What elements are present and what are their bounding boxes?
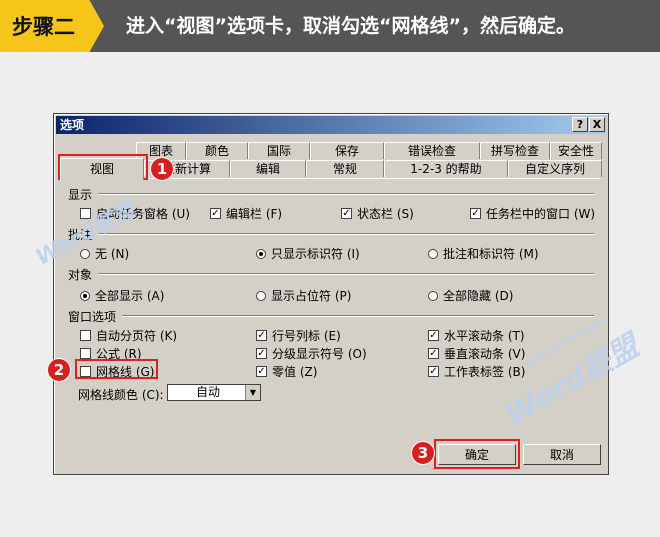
section-divider [98, 273, 594, 275]
radio[interactable] [256, 290, 266, 301]
checkbox-checked[interactable]: ✓ [428, 330, 439, 341]
checkbox-checked[interactable]: ✓ [256, 348, 267, 359]
radio[interactable] [428, 248, 438, 259]
option-label: 行号列标 (E) [272, 329, 341, 343]
option-v-scrollbar[interactable]: ✓ 垂直滚动条 (V) [428, 345, 525, 362]
tab-save[interactable]: 保存 [310, 142, 384, 159]
help-button[interactable]: ? [572, 117, 588, 132]
tab-view[interactable]: 视图 [60, 158, 144, 180]
tab-spelling[interactable]: 拼写检查 [480, 142, 550, 159]
option-label: 批注和标识符 (M) [443, 247, 539, 261]
tab-custom-lists[interactable]: 自定义序列 [508, 160, 602, 177]
section-window-title: 窗口选项 [68, 310, 117, 324]
dialog-title: 选项 [60, 118, 85, 132]
option-label: 编辑栏 (F) [226, 207, 283, 221]
option-label: 全部隐藏 (D) [443, 289, 514, 303]
option-windows-in-taskbar[interactable]: ✓ 任务栏中的窗口 (W) [470, 205, 595, 222]
option-sheet-tabs[interactable]: ✓ 工作表标签 (B) [428, 363, 525, 380]
checkbox-checked[interactable]: ✓ [470, 208, 481, 219]
option-h-scrollbar[interactable]: ✓ 水平滚动条 (T) [428, 327, 525, 344]
option-label: 任务栏中的窗口 (W) [486, 207, 596, 221]
option-show-placeholders[interactable]: 显示占位符 (P) [256, 287, 351, 304]
option-label: 状态栏 (S) [357, 207, 414, 221]
radio-selected[interactable] [256, 248, 266, 259]
option-label: 显示占位符 (P) [271, 289, 352, 303]
callout-badge-2: 2 [47, 358, 71, 382]
tab-edit[interactable]: 编辑 [230, 160, 306, 177]
option-label: 无 (N) [95, 247, 130, 261]
section-divider [122, 315, 594, 317]
chevron-down-icon[interactable]: ▼ [245, 385, 260, 400]
option-row-col-headers[interactable]: ✓ 行号列标 (E) [256, 327, 341, 344]
option-show-all[interactable]: 全部显示 (A) [80, 287, 164, 304]
tab-international[interactable]: 国际 [248, 142, 310, 159]
option-outline-symbols[interactable]: ✓ 分级显示符号 (O) [256, 345, 367, 362]
checkbox[interactable] [80, 330, 91, 341]
section-objects-title: 对象 [68, 268, 93, 282]
checkbox[interactable] [80, 348, 91, 359]
option-label: 零值 (Z) [272, 365, 318, 379]
option-comments-indicator[interactable]: 只显示标识符 (I) [256, 245, 360, 262]
gridline-color-label: 网格线颜色 (C): [78, 388, 164, 402]
gridline-color-select[interactable]: 自动 ▼ [167, 384, 261, 401]
callout-badge-1: 1 [150, 157, 174, 181]
option-label: 只显示标识符 (I) [271, 247, 360, 261]
gridline-color-value: 自动 [196, 385, 221, 399]
highlight-gridlines [75, 359, 158, 379]
section-divider [98, 233, 594, 235]
option-page-breaks[interactable]: 自动分页符 (K) [80, 327, 177, 344]
tab-lotus-help[interactable]: 1-2-3 的帮助 [384, 160, 508, 177]
option-zero-values[interactable]: ✓ 零值 (Z) [256, 363, 317, 380]
tab-color[interactable]: 颜色 [186, 142, 248, 159]
checkbox-checked[interactable]: ✓ [256, 330, 267, 341]
close-button[interactable]: X [589, 117, 605, 132]
option-label: 全部显示 (A) [95, 289, 165, 303]
callout-badge-3: 3 [411, 441, 435, 465]
step-label: 步骤二 [0, 0, 104, 52]
highlight-ok-button [434, 439, 520, 469]
option-hide-all[interactable]: 全部隐藏 (D) [428, 287, 513, 304]
instruction-banner: 步骤二 进入“视图”选项卡，取消勾选“网格线”，然后确定。 [0, 0, 660, 52]
option-formula-bar[interactable]: ✓ 编辑栏 (F) [210, 205, 282, 222]
tab-error-checking[interactable]: 错误检查 [384, 142, 480, 159]
checkbox-checked[interactable]: ✓ [428, 366, 439, 377]
option-label: 工作表标签 (B) [444, 365, 526, 379]
radio-selected[interactable] [80, 290, 90, 301]
option-label: 自动分页符 (K) [96, 329, 178, 343]
checkbox-checked[interactable]: ✓ [256, 366, 267, 377]
option-label: 分级显示符号 (O) [272, 347, 367, 361]
tab-security[interactable]: 安全性 [550, 142, 602, 159]
option-status-bar[interactable]: ✓ 状态栏 (S) [341, 205, 414, 222]
tab-general[interactable]: 常规 [306, 160, 384, 177]
checkbox-checked[interactable]: ✓ [428, 348, 439, 359]
radio[interactable] [428, 290, 438, 301]
option-label: 垂直滚动条 (V) [444, 347, 526, 361]
checkbox-checked[interactable]: ✓ [210, 208, 221, 219]
checkbox-checked[interactable]: ✓ [341, 208, 352, 219]
section-divider [98, 193, 594, 195]
cancel-button[interactable]: 取消 [523, 444, 601, 465]
option-label: 水平滚动条 (T) [444, 329, 525, 343]
section-display-title: 显示 [68, 188, 93, 202]
option-comments-and-indicator[interactable]: 批注和标识符 (M) [428, 245, 539, 262]
dialog-titlebar: 选项 [56, 116, 606, 134]
instruction-text: 进入“视图”选项卡，取消勾选“网格线”，然后确定。 [126, 15, 575, 37]
